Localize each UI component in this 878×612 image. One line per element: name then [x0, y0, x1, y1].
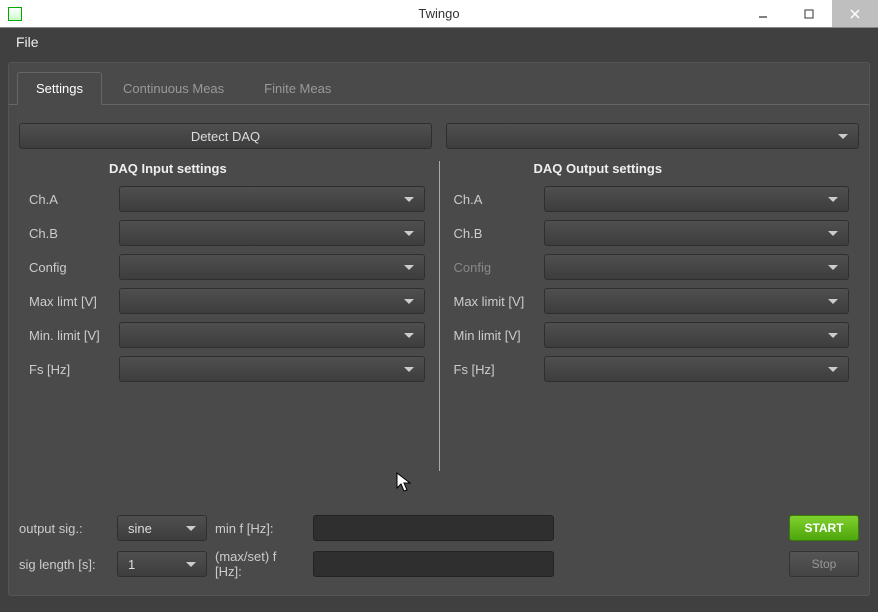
maxsetf-input[interactable] — [313, 551, 554, 577]
siglen-select[interactable]: 1 — [117, 551, 207, 577]
input-cha-select[interactable] — [119, 186, 425, 212]
tab-settings[interactable]: Settings — [17, 72, 102, 105]
siglen-value: 1 — [128, 557, 135, 572]
maximize-button[interactable] — [786, 0, 832, 27]
minf-label: min f [Hz]: — [215, 521, 305, 536]
tab-bar: Settings Continuous Meas Finite Meas — [9, 63, 869, 105]
output-minlimit-label: Min limit [V] — [454, 328, 536, 343]
daq-output-column: DAQ Output settings Ch.A Ch.B Config — [444, 161, 860, 471]
input-config-select[interactable] — [119, 254, 425, 280]
maxsetf-label: (max/set) f [Hz]: — [215, 549, 305, 579]
settings-tab-content: Detect DAQ DAQ Input settings Ch.A Ch.B — [9, 105, 869, 481]
chevron-down-icon — [186, 526, 196, 531]
chevron-down-icon — [186, 562, 196, 567]
input-chb-select[interactable] — [119, 220, 425, 246]
input-minlimit-label: Min. limit [V] — [29, 328, 111, 343]
main-panel: Settings Continuous Meas Finite Meas Det… — [8, 62, 870, 596]
chevron-down-icon — [828, 367, 838, 372]
chevron-down-icon — [828, 265, 838, 270]
input-config-label: Config — [29, 260, 111, 275]
output-sig-value: sine — [128, 521, 152, 536]
app-body: File Settings Continuous Meas Finite Mea… — [0, 28, 878, 612]
output-sig-label: output sig.: — [19, 521, 109, 536]
minf-input[interactable] — [313, 515, 554, 541]
chevron-down-icon — [404, 299, 414, 304]
daq-input-title: DAQ Input settings — [29, 161, 425, 176]
window-controls — [740, 0, 878, 27]
output-minlimit-select[interactable] — [544, 322, 850, 348]
output-config-label: Config — [454, 260, 536, 275]
bottom-bar: output sig.: sine min f [Hz]: START sig … — [19, 515, 859, 587]
chevron-down-icon — [404, 231, 414, 236]
input-fs-label: Fs [Hz] — [29, 362, 111, 377]
chevron-down-icon — [404, 333, 414, 338]
chevron-down-icon — [828, 197, 838, 202]
chevron-down-icon — [828, 231, 838, 236]
output-maxlimit-label: Max limit [V] — [454, 294, 536, 309]
output-cha-label: Ch.A — [454, 192, 536, 207]
output-fs-select[interactable] — [544, 356, 850, 382]
close-button[interactable] — [832, 0, 878, 27]
daq-device-select[interactable] — [446, 123, 859, 149]
input-cha-label: Ch.A — [29, 192, 111, 207]
titlebar: Twingo — [0, 0, 878, 28]
tab-finite-meas[interactable]: Finite Meas — [245, 72, 350, 105]
chevron-down-icon — [404, 367, 414, 372]
output-chb-label: Ch.B — [454, 226, 536, 241]
column-divider — [439, 161, 440, 471]
tab-continuous-meas[interactable]: Continuous Meas — [104, 72, 243, 105]
output-cha-select[interactable] — [544, 186, 850, 212]
start-button[interactable]: START — [789, 515, 859, 541]
chevron-down-icon — [828, 333, 838, 338]
input-minlimit-select[interactable] — [119, 322, 425, 348]
menu-file[interactable]: File — [12, 32, 43, 52]
output-fs-label: Fs [Hz] — [454, 362, 536, 377]
input-maxlimit-select[interactable] — [119, 288, 425, 314]
daq-output-title: DAQ Output settings — [454, 161, 850, 176]
stop-button[interactable]: Stop — [789, 551, 859, 577]
chevron-down-icon — [404, 197, 414, 202]
minimize-button[interactable] — [740, 0, 786, 27]
input-chb-label: Ch.B — [29, 226, 111, 241]
input-fs-select[interactable] — [119, 356, 425, 382]
daq-input-column: DAQ Input settings Ch.A Ch.B Config — [19, 161, 435, 471]
output-sig-select[interactable]: sine — [117, 515, 207, 541]
chevron-down-icon — [838, 134, 848, 139]
chevron-down-icon — [404, 265, 414, 270]
input-maxlimit-label: Max limt [V] — [29, 294, 111, 309]
detect-daq-button[interactable]: Detect DAQ — [19, 123, 432, 149]
output-maxlimit-select[interactable] — [544, 288, 850, 314]
menubar: File — [0, 28, 878, 54]
chevron-down-icon — [828, 299, 838, 304]
output-chb-select[interactable] — [544, 220, 850, 246]
siglen-label: sig length [s]: — [19, 557, 109, 572]
output-config-select[interactable] — [544, 254, 850, 280]
